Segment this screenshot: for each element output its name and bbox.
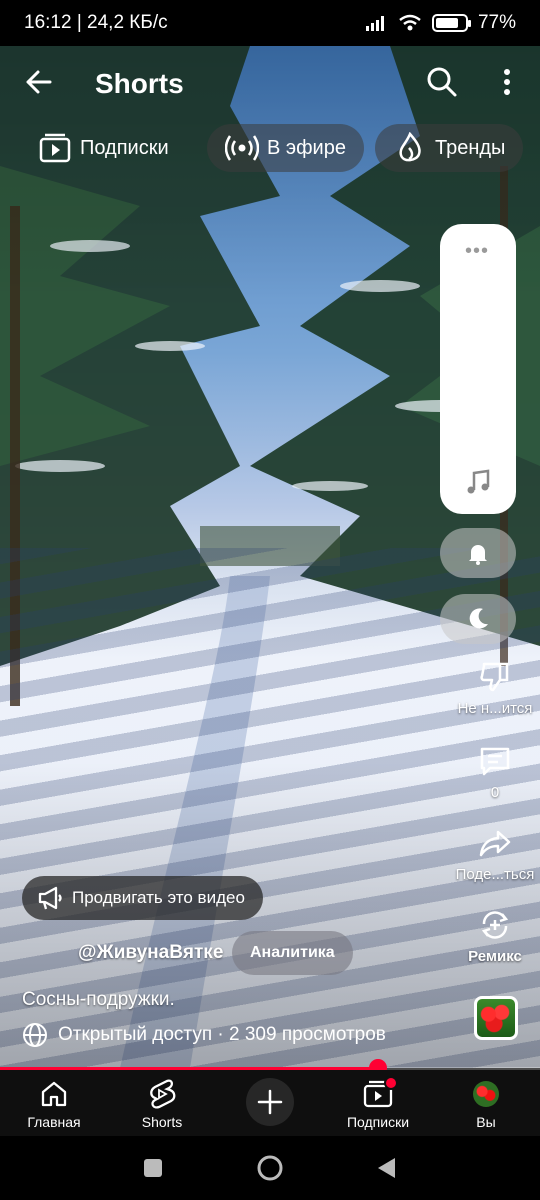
remix-label: Ремикс — [468, 948, 522, 965]
page-title: Shorts — [95, 68, 184, 99]
circle-icon — [257, 1155, 283, 1181]
triangle-back-icon — [378, 1158, 395, 1178]
dislike-button[interactable]: Не н...ится — [450, 660, 540, 717]
comments-button[interactable]: 0 — [450, 744, 540, 801]
nav-subscriptions-label: Подписки — [346, 1114, 410, 1130]
nav-you[interactable]: Вы — [436, 1078, 536, 1130]
status-time: 16:12 | 24,2 КБ/с — [24, 12, 168, 33]
dislike-label: Не н...ится — [457, 700, 533, 717]
battery-percent: 77% — [477, 12, 516, 33]
nav-shorts[interactable]: Shorts — [112, 1078, 212, 1130]
nav-home-label: Главная — [27, 1114, 81, 1130]
more-options-button[interactable] — [492, 62, 522, 102]
nav-home[interactable]: Главная — [4, 1078, 104, 1130]
dark-mode-toggle-button[interactable] — [440, 594, 516, 644]
recents-button[interactable] — [139, 1154, 167, 1182]
status-right: 77% — [365, 12, 516, 34]
chip-trending[interactable]: Тренды — [375, 124, 524, 172]
nav-subscriptions[interactable]: Подписки — [328, 1076, 428, 1130]
new-content-dot — [384, 1076, 398, 1090]
search-icon — [427, 67, 457, 97]
drag-handle-icon[interactable]: ••• — [465, 240, 489, 263]
battery-icon — [431, 14, 471, 32]
chip-label: Подписки — [80, 136, 169, 159]
avatar — [470, 1078, 502, 1110]
share-icon — [479, 830, 511, 857]
plus-icon — [257, 1089, 283, 1115]
video-caption[interactable]: Сосны-подружки. — [22, 989, 175, 1011]
nav-shorts-label: Shorts — [141, 1114, 183, 1130]
arrow-back-icon — [26, 70, 52, 94]
live-icon — [225, 131, 259, 165]
remix-button[interactable]: Ремикс — [450, 908, 540, 965]
top-bar: Shorts — [0, 46, 540, 122]
shorts-icon — [146, 1078, 178, 1110]
search-button[interactable] — [422, 62, 462, 102]
back-system-button[interactable] — [372, 1154, 400, 1182]
wifi-icon — [399, 14, 421, 31]
trending-icon — [393, 131, 427, 165]
back-button[interactable] — [20, 62, 60, 102]
channel-name[interactable]: @ЖивунаВятке — [78, 942, 223, 964]
globe-icon — [23, 1023, 47, 1047]
status-bar: 16:12 | 24,2 КБ/с 77% — [0, 0, 540, 46]
subscriptions-icon — [362, 1076, 398, 1110]
subscriptions-icon — [38, 131, 72, 165]
comment-icon — [480, 747, 510, 776]
chip-subscriptions[interactable]: Подписки — [38, 124, 169, 172]
megaphone-icon — [38, 886, 62, 910]
chip-label: Тренды — [435, 136, 506, 159]
access-views-text: Открытый доступ · 2 309 просмотров — [58, 1024, 386, 1045]
promote-label: Продвигать это видео — [72, 888, 245, 907]
share-button[interactable]: Поде...ться — [450, 826, 540, 883]
sound-thumbnail[interactable] — [474, 996, 518, 1040]
music-note-icon[interactable] — [464, 468, 492, 496]
visibility-info[interactable]: Открытый доступ · 2 309 просмотров — [22, 1022, 386, 1048]
feed-chips: Подписки В эфире Тренды — [24, 124, 540, 174]
home-system-button[interactable] — [256, 1154, 284, 1182]
analytics-button[interactable]: Аналитика — [232, 931, 353, 975]
chip-label: В эфире — [267, 136, 346, 159]
signal-icon — [365, 16, 384, 31]
create-button[interactable] — [246, 1078, 294, 1126]
remix-icon — [481, 911, 509, 939]
more-vert-icon — [504, 69, 510, 95]
home-icon — [38, 1078, 70, 1110]
chip-live[interactable]: В эфире — [207, 124, 364, 172]
notification-toggle-button[interactable] — [440, 528, 516, 578]
square-icon — [144, 1159, 162, 1177]
comments-count: 0 — [490, 784, 500, 801]
system-navigation-bar — [0, 1136, 540, 1200]
share-label: Поде...ться — [455, 866, 535, 883]
bottom-navigation: Главная Shorts Подписки Вы — [0, 1070, 540, 1136]
floating-panel[interactable]: ••• — [440, 224, 516, 514]
thumbs-down-icon — [480, 662, 509, 692]
moon-icon — [469, 608, 488, 629]
bell-icon — [469, 545, 487, 565]
promote-video-button[interactable]: Продвигать это видео — [22, 876, 263, 920]
nav-you-label: Вы — [476, 1114, 496, 1130]
